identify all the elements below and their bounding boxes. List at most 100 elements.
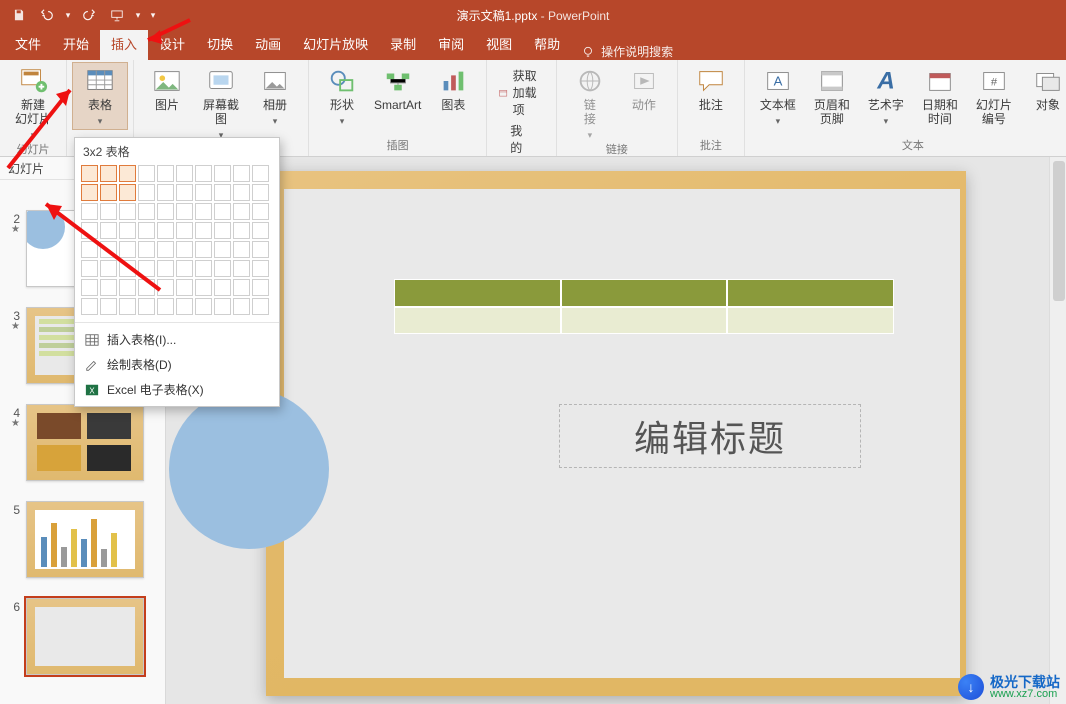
- table-grid-cell[interactable]: [176, 298, 193, 315]
- table-grid-cell[interactable]: [195, 165, 212, 182]
- table-grid-cell[interactable]: [214, 184, 231, 201]
- table-button[interactable]: 表格 ▾: [72, 62, 128, 130]
- table-grid-cell[interactable]: [233, 260, 250, 277]
- table-grid-cell[interactable]: [119, 184, 136, 201]
- start-slideshow-dropdown[interactable]: ▾: [132, 2, 144, 28]
- table-grid-cell[interactable]: [100, 298, 117, 315]
- table-grid-cell[interactable]: [214, 203, 231, 220]
- table-grid-cell[interactable]: [233, 165, 250, 182]
- table-grid-cell[interactable]: [157, 298, 174, 315]
- table-grid-cell[interactable]: [81, 260, 98, 277]
- slide-number-button[interactable]: # 幻灯片 编号: [967, 63, 1021, 130]
- table-grid-cell[interactable]: [176, 165, 193, 182]
- table-grid-cell[interactable]: [157, 260, 174, 277]
- table-grid-cell[interactable]: [195, 298, 212, 315]
- table-grid-cell[interactable]: [233, 203, 250, 220]
- table-grid-cell[interactable]: [252, 260, 269, 277]
- tab-insert[interactable]: 插入: [100, 30, 148, 60]
- table-grid-cell[interactable]: [233, 222, 250, 239]
- table-grid-cell[interactable]: [214, 241, 231, 258]
- table-grid-cell[interactable]: [176, 184, 193, 201]
- table-grid-cell[interactable]: [157, 165, 174, 182]
- table-grid-cell[interactable]: [176, 279, 193, 296]
- object-button[interactable]: 对象: [1021, 63, 1066, 116]
- comment-button[interactable]: 批注: [684, 63, 738, 116]
- table-grid-cell[interactable]: [195, 241, 212, 258]
- table-grid-cell[interactable]: [214, 165, 231, 182]
- table-grid-cell[interactable]: [100, 279, 117, 296]
- table-grid-cell[interactable]: [100, 222, 117, 239]
- qat-more-button[interactable]: ▾: [146, 2, 160, 28]
- undo-history-dropdown[interactable]: ▾: [62, 2, 74, 28]
- redo-button[interactable]: [76, 2, 102, 28]
- textbox-button[interactable]: A 文本框▾: [751, 63, 805, 129]
- slide[interactable]: 编辑标题: [266, 171, 966, 696]
- table-grid-cell[interactable]: [81, 241, 98, 258]
- table-grid-cell[interactable]: [119, 298, 136, 315]
- tab-view[interactable]: 视图: [475, 30, 523, 60]
- table-grid-cell[interactable]: [119, 203, 136, 220]
- table-grid-cell[interactable]: [233, 241, 250, 258]
- table-grid-cell[interactable]: [195, 222, 212, 239]
- table-grid-cell[interactable]: [252, 298, 269, 315]
- start-slideshow-button[interactable]: [104, 2, 130, 28]
- table-grid-cell[interactable]: [157, 203, 174, 220]
- table-grid-cell[interactable]: [138, 203, 155, 220]
- table-grid-cell[interactable]: [176, 260, 193, 277]
- slide-thumbnail-4[interactable]: 4★: [0, 400, 165, 497]
- table-grid-cell[interactable]: [195, 203, 212, 220]
- tab-transitions[interactable]: 切换: [196, 30, 244, 60]
- insert-table-menu-item[interactable]: 插入表格(I)...: [75, 327, 279, 352]
- undo-button[interactable]: [34, 2, 60, 28]
- title-placeholder[interactable]: 编辑标题: [559, 404, 861, 468]
- table-grid-cell[interactable]: [119, 279, 136, 296]
- shapes-button[interactable]: 形状▾: [315, 63, 369, 129]
- tab-design[interactable]: 设计: [148, 30, 196, 60]
- table-grid-cell[interactable]: [233, 184, 250, 201]
- table-grid-cell[interactable]: [252, 222, 269, 239]
- header-footer-button[interactable]: 页眉和页脚: [805, 63, 859, 130]
- table-grid-cell[interactable]: [138, 298, 155, 315]
- tab-home[interactable]: 开始: [52, 30, 100, 60]
- table-grid-cell[interactable]: [176, 203, 193, 220]
- table-grid-cell[interactable]: [214, 260, 231, 277]
- scrollbar-thumb[interactable]: [1053, 161, 1065, 301]
- table-grid-cell[interactable]: [252, 165, 269, 182]
- tell-me-search[interactable]: 操作说明搜索: [581, 43, 673, 60]
- inserted-table[interactable]: [394, 279, 894, 334]
- table-grid-cell[interactable]: [157, 279, 174, 296]
- tab-record[interactable]: 录制: [379, 30, 427, 60]
- link-button[interactable]: 链 接▾: [563, 63, 617, 143]
- table-grid-cell[interactable]: [195, 184, 212, 201]
- table-grid-cell[interactable]: [157, 241, 174, 258]
- slide-thumbnail-6[interactable]: 6: [0, 594, 165, 691]
- table-grid-cell[interactable]: [138, 241, 155, 258]
- table-grid-cell[interactable]: [176, 241, 193, 258]
- table-size-grid[interactable]: [75, 165, 279, 322]
- table-grid-cell[interactable]: [157, 222, 174, 239]
- table-grid-cell[interactable]: [252, 203, 269, 220]
- table-grid-cell[interactable]: [81, 203, 98, 220]
- table-grid-cell[interactable]: [252, 241, 269, 258]
- table-grid-cell[interactable]: [81, 165, 98, 182]
- screenshot-button[interactable]: 屏幕截图▾: [194, 63, 248, 143]
- table-grid-cell[interactable]: [138, 260, 155, 277]
- table-grid-cell[interactable]: [176, 222, 193, 239]
- table-grid-cell[interactable]: [81, 279, 98, 296]
- table-grid-cell[interactable]: [100, 241, 117, 258]
- table-grid-cell[interactable]: [214, 298, 231, 315]
- table-grid-cell[interactable]: [138, 279, 155, 296]
- photo-album-button[interactable]: 相册▾: [248, 63, 302, 129]
- table-grid-cell[interactable]: [214, 222, 231, 239]
- smartart-button[interactable]: SmartArt: [369, 63, 426, 116]
- vertical-scrollbar[interactable]: [1049, 157, 1066, 704]
- table-grid-cell[interactable]: [119, 222, 136, 239]
- slide-thumbnail-5[interactable]: 5: [0, 497, 165, 594]
- tab-review[interactable]: 审阅: [427, 30, 475, 60]
- insert-table-dropdown[interactable]: 3x2 表格 插入表格(I)... 绘制表格(D) X Excel 电子表格(X…: [74, 137, 280, 407]
- wordart-button[interactable]: A 艺术字▾: [859, 63, 913, 129]
- date-time-button[interactable]: 日期和时间: [913, 63, 967, 130]
- action-button[interactable]: 动作: [617, 63, 671, 116]
- table-grid-cell[interactable]: [119, 165, 136, 182]
- table-grid-cell[interactable]: [214, 279, 231, 296]
